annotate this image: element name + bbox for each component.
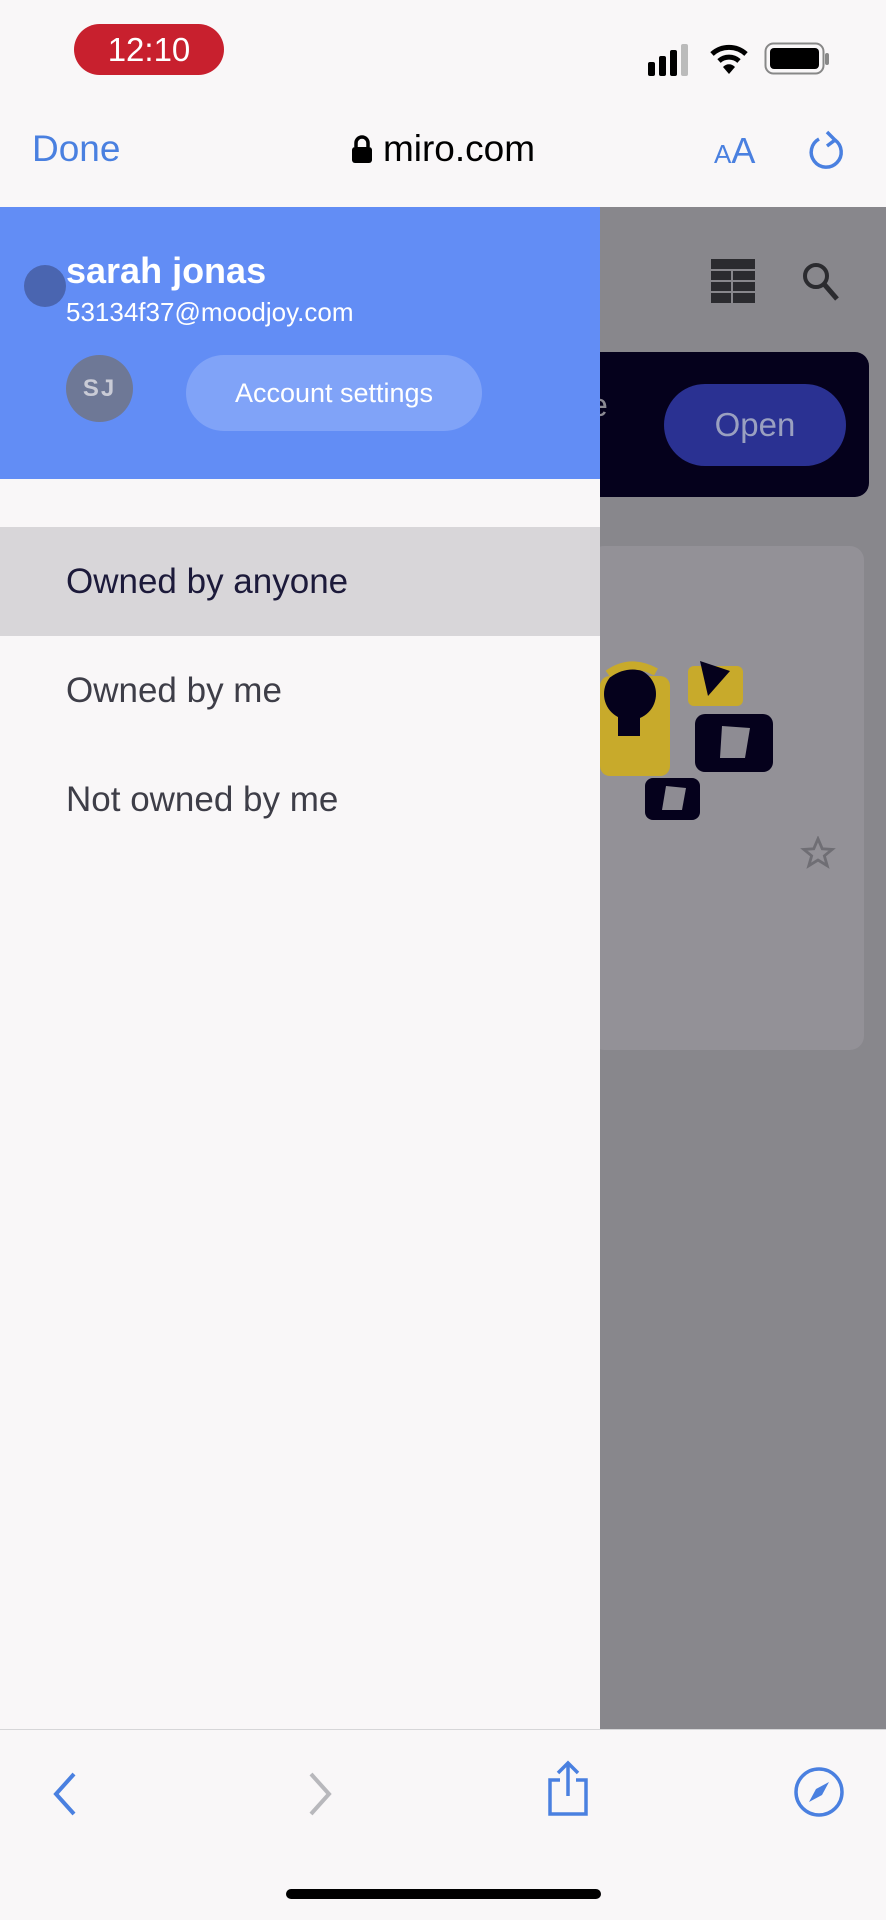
filter-owned-by-me[interactable]: Owned by me [0,636,600,745]
filter-not-owned-by-me[interactable]: Not owned by me [0,745,600,854]
compass-icon[interactable] [793,1766,845,1818]
side-drawer: sarah jonas 53134f37@moodjoy.com SJ Acco… [0,207,600,1729]
user-email: 53134f37@moodjoy.com [66,297,354,327]
account-settings-button[interactable]: Account settings [186,355,482,431]
avatar[interactable]: SJ [66,355,133,422]
star-icon[interactable] [800,836,836,870]
filter-owned-by-anyone[interactable]: Owned by anyone [0,527,600,636]
battery-icon [764,42,829,75]
open-button[interactable]: Open [664,384,846,466]
large-a: A [731,130,756,171]
search-icon[interactable] [802,262,840,302]
drawer-header: sarah jonas 53134f37@moodjoy.com SJ Acco… [0,207,600,479]
board-card[interactable] [600,546,864,1050]
wifi-icon [710,44,748,74]
small-a: A [714,139,732,169]
home-indicator[interactable] [286,1889,601,1899]
banner: e Open [600,352,869,497]
touch-indicator [24,265,66,307]
share-icon[interactable] [546,1760,590,1818]
reload-icon[interactable] [805,130,849,174]
back-icon[interactable] [50,1770,80,1818]
status-time: 12:10 [74,24,224,75]
forward-icon[interactable] [305,1770,335,1818]
board-illustration [600,661,773,820]
signal-icon [648,44,688,76]
text-size-button[interactable]: AA [714,130,755,172]
status-bar: 12:10 [0,0,886,100]
grid-view-icon[interactable] [711,259,755,303]
lock-icon [351,135,372,163]
user-name: sarah jonas [66,250,267,291]
page-background-overlay[interactable]: e Open [600,207,886,1729]
url-text: miro.com [382,128,536,169]
banner-text: e [600,387,608,424]
